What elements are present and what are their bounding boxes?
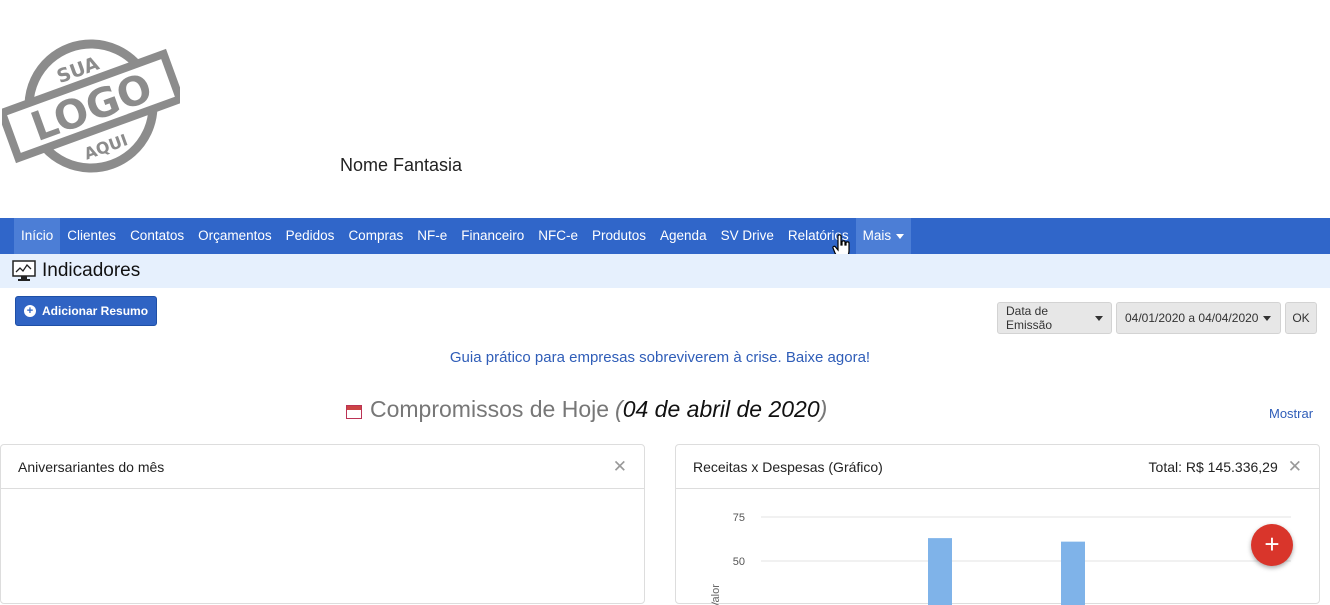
date-type-dropdown[interactable]: Data de Emissão	[997, 302, 1112, 334]
add-summary-label: Adicionar Resumo	[42, 304, 149, 318]
date-type-label: Data de Emissão	[1006, 304, 1053, 332]
nav-item-financeiro[interactable]: Financeiro	[454, 218, 531, 254]
nav-item-nfe[interactable]: NF-e	[410, 218, 454, 254]
promo-link[interactable]: Guia prático para empresas sobreviverem …	[0, 349, 1320, 366]
nav-item-clientes[interactable]: Clientes	[60, 218, 123, 254]
company-logo: LOGO SUA AQUI	[2, 39, 180, 173]
date-range-label: 04/01/2020 a 04/04/2020	[1125, 311, 1259, 325]
appointments-date: (04 de abril de 2020)	[615, 396, 828, 422]
company-name: Nome Fantasia	[340, 155, 463, 175]
nav-item-compras[interactable]: Compras	[341, 218, 410, 254]
nav-item-agenda[interactable]: Agenda	[653, 218, 714, 254]
y-tick-label: 50	[733, 556, 745, 568]
page-title: Indicadores	[42, 260, 141, 281]
bar[interactable]	[928, 538, 952, 605]
revenue-panel-title: Receitas x Despesas (Gráfico)	[693, 458, 883, 475]
close-icon[interactable]: ✕	[613, 457, 627, 477]
chevron-down-icon	[1095, 315, 1103, 321]
chevron-down-icon	[1263, 315, 1272, 321]
appointments-date-text: 04 de abril de 2020	[622, 396, 820, 422]
add-fab-button[interactable]: +	[1251, 524, 1293, 566]
nav-item-orcamentos[interactable]: Orçamentos	[191, 218, 279, 254]
nav-item-inicio[interactable]: Início	[14, 218, 61, 254]
nav-item-pedidos[interactable]: Pedidos	[279, 218, 342, 254]
add-summary-button[interactable]: + Adicionar Resumo	[15, 296, 158, 326]
revenue-panel: Receitas x Despesas (Gráfico) Total: R$ …	[675, 444, 1320, 605]
nav-item-sv-drive[interactable]: SV Drive	[714, 218, 781, 254]
ok-button[interactable]: OK	[1285, 302, 1317, 334]
birthdays-panel-title: Aniversariantes do mês	[18, 458, 165, 475]
revenue-panel-header: Receitas x Despesas (Gráfico) Total: R$ …	[676, 445, 1319, 489]
nav-item-mais-label: Mais	[862, 228, 892, 243]
header: LOGO SUA AQUI Nome Fantasia	[0, 0, 1330, 218]
bar[interactable]	[1061, 541, 1085, 605]
show-appointments-link[interactable]: Mostrar	[1269, 406, 1313, 421]
birthdays-panel: Aniversariantes do mês ✕	[0, 444, 645, 604]
date-range-dropdown[interactable]: 04/01/2020 a 04/04/2020	[1116, 302, 1281, 334]
appointments-title: Compromissos de Hoje	[370, 396, 610, 422]
appointments-header: Compromissos de Hoje (04 de abril de 202…	[346, 396, 827, 423]
revenue-chart: 50 75 Valor	[710, 512, 1291, 605]
calendar-icon	[346, 404, 362, 419]
birthdays-panel-header: Aniversariantes do mês ✕	[1, 445, 644, 489]
page-title-bar: Indicadores	[0, 254, 1330, 288]
nav-item-nfce[interactable]: NFC-e	[531, 218, 585, 254]
nav-item-produtos[interactable]: Produtos	[585, 218, 653, 254]
chevron-down-icon	[896, 233, 905, 239]
y-axis-label: Valor	[710, 584, 722, 605]
plus-circle-icon: +	[24, 305, 36, 317]
plus-icon: +	[1264, 529, 1280, 559]
nav-item-mais[interactable]: Mais	[855, 218, 912, 254]
nav-item-contatos[interactable]: Contatos	[123, 218, 191, 254]
close-icon[interactable]: ✕	[1288, 457, 1302, 477]
monitor-chart-icon	[12, 260, 36, 281]
main-nav: Início Clientes Contatos Orçamentos Pedi…	[0, 218, 1330, 254]
y-tick-label: 75	[733, 512, 745, 524]
revenue-total: Total: R$ 145.336,29	[1148, 458, 1278, 475]
